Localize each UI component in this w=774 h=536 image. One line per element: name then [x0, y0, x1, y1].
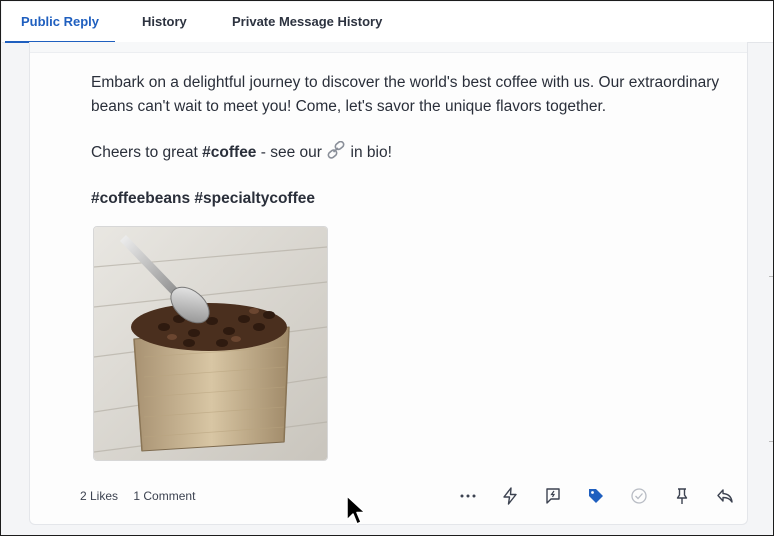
more-icon[interactable]: [457, 485, 479, 507]
reply-bubble-icon[interactable]: [542, 485, 564, 507]
reply-arrow-icon[interactable]: [714, 485, 736, 507]
coffee-beans-image[interactable]: [93, 226, 328, 461]
cheers-middle: - see our: [256, 144, 327, 161]
comments-count[interactable]: 1 Comment: [133, 489, 195, 503]
post-cheers-line: Cheers to great #coffee - see our in bio…: [91, 140, 731, 167]
tab-bar: Public Reply History Private Message His…: [2, 2, 773, 43]
cheers-suffix: in bio!: [346, 144, 392, 161]
tab-history[interactable]: History: [142, 2, 187, 42]
post-card: Embark on a delightful journey to discov…: [29, 42, 748, 525]
check-circle-icon[interactable]: [628, 485, 650, 507]
lightning-icon[interactable]: [499, 485, 521, 507]
card-top-strip: [30, 42, 747, 53]
tab-private-message-history[interactable]: Private Message History: [232, 2, 382, 42]
link-icon: [326, 140, 346, 167]
window-frame: Public Reply History Private Message His…: [0, 0, 774, 536]
hashtag-coffee[interactable]: #coffee: [202, 144, 256, 161]
edge-divider: [769, 441, 773, 442]
mouse-cursor: [346, 495, 366, 532]
post-paragraph: Embark on a delightful journey to discov…: [91, 74, 720, 115]
cheers-prefix: Cheers to great: [91, 144, 203, 161]
likes-count[interactable]: 2 Likes: [80, 489, 118, 503]
post-hashtags[interactable]: #coffeebeans #specialtycoffee: [91, 187, 731, 211]
action-toolbar: [457, 485, 733, 507]
tag-icon[interactable]: [585, 485, 607, 507]
edge-divider: [769, 276, 773, 277]
tab-public-reply[interactable]: Public Reply: [4, 2, 116, 43]
pin-icon[interactable]: [671, 485, 693, 507]
post-stats: 2 Likes 1 Comment: [80, 489, 207, 503]
post-text: Embark on a delightful journey to discov…: [91, 71, 731, 233]
